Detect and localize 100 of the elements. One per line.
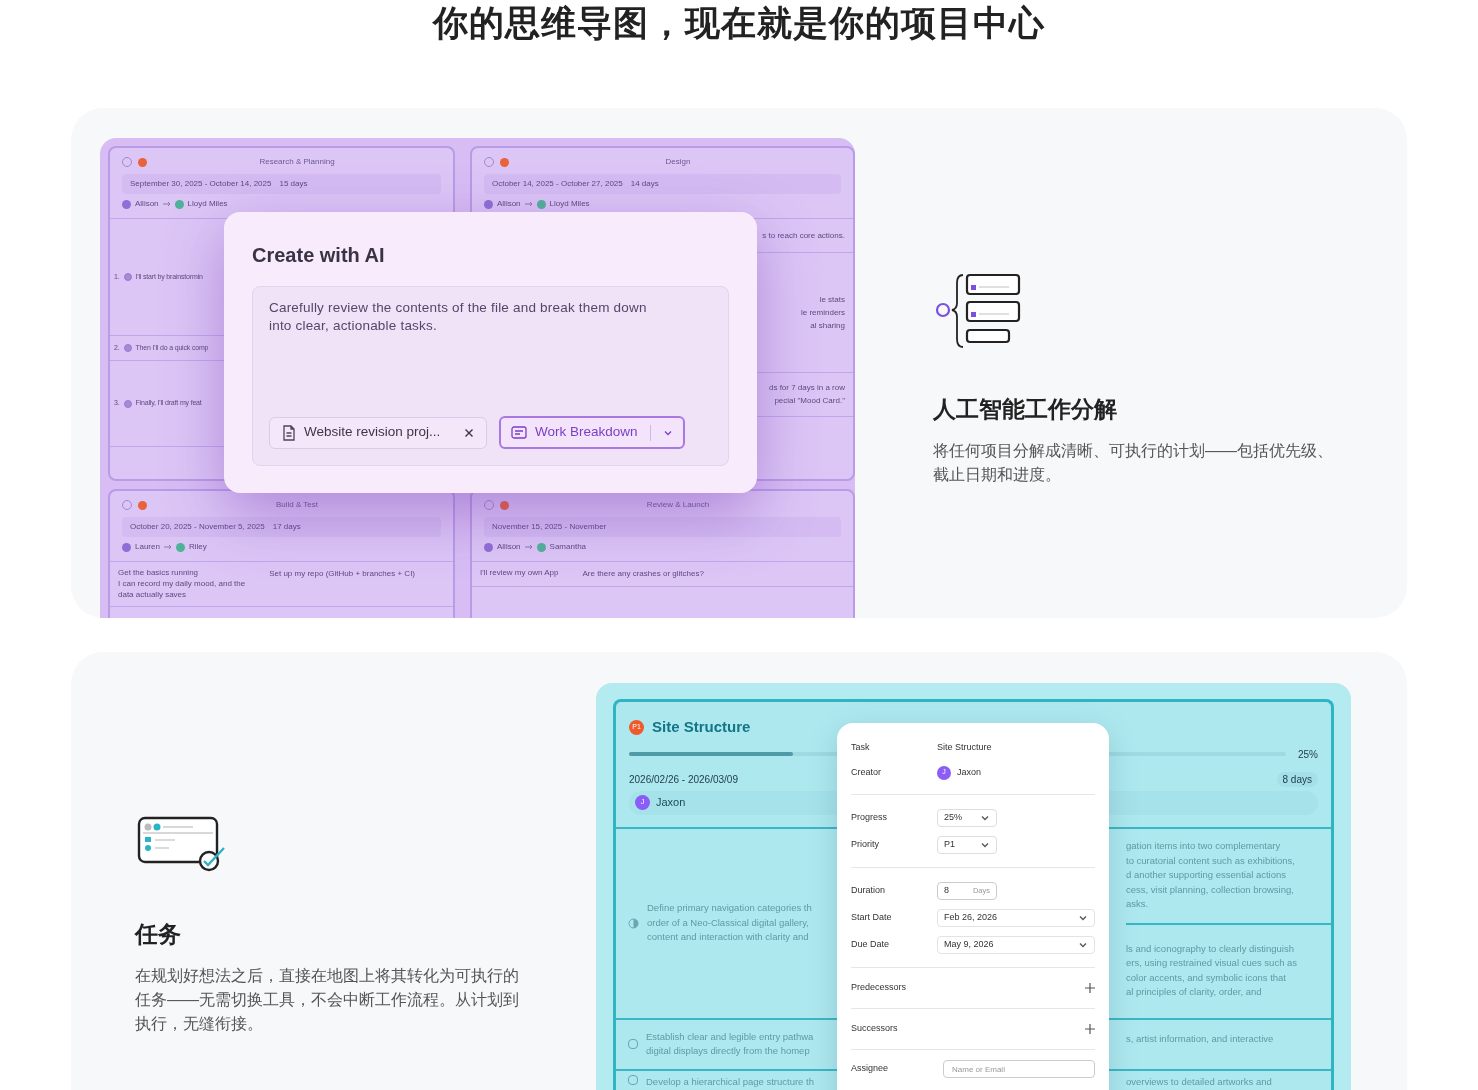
attachment-chip[interactable]: Website revision proj...: [269, 416, 487, 449]
prompt-field[interactable]: Carefully review the contents of the file and break them down into clear, actionable tasks. Website revision proj... Work Breakdown: [252, 286, 729, 466]
arrow-right-icon: [162, 201, 171, 207]
close-icon[interactable]: [464, 427, 474, 438]
document-icon: [282, 424, 296, 441]
list-icon: [511, 425, 527, 440]
task-title: Site Structure: [652, 717, 751, 737]
arrow-right-icon: [524, 544, 533, 550]
field-label: Due Date: [851, 937, 891, 951]
feature-title: 人工智能工作分解: [933, 395, 1118, 424]
task-text: Are there any crashes or glitches?: [582, 568, 704, 580]
avatar-icon: [122, 542, 131, 552]
field-label: Successors: [851, 1022, 899, 1036]
progress-text: 25%: [1298, 747, 1318, 762]
card-title: Design: [664, 156, 692, 168]
avatar-icon: [484, 199, 493, 209]
card-title: Research & Planning: [258, 156, 336, 168]
priority-icon: [500, 500, 509, 510]
subtask-text: overviews to detailed artworks and: [1126, 1074, 1273, 1089]
priority-icon: [500, 157, 509, 167]
checkbox[interactable]: [123, 344, 132, 352]
subtask-text: asks.: [1126, 897, 1150, 912]
card-title: Review & Launch: [645, 499, 711, 511]
priority-icon: [138, 157, 147, 167]
date-range: October 14, 2025 - October 27, 2025: [492, 178, 623, 190]
avatar-icon: [175, 542, 185, 552]
person-name: Lauren: [135, 541, 160, 553]
person-name: Allison: [497, 541, 521, 553]
task-text: le stats: [819, 294, 845, 305]
subtask-text: gation items into two complementary: [1126, 839, 1282, 854]
person-name: Riley: [188, 541, 207, 553]
arrow-right-icon: [524, 201, 533, 207]
date-field[interactable]: Feb 26, 2026: [937, 908, 1095, 927]
person-name: Samantha: [549, 541, 587, 553]
select-field[interactable]: P1: [937, 835, 997, 854]
field-label: Duration: [851, 883, 887, 897]
avatar-icon: [484, 542, 493, 552]
assignee-name: Jaxon: [656, 795, 686, 811]
date-range: 2026/02/26 - 2026/03/09: [629, 772, 738, 787]
date-range: October 20, 2025 - November 5, 2025: [130, 521, 265, 533]
subtask-text: to curatorial content such as exhibitions,: [1126, 853, 1296, 868]
subtask-text: cess, visit planning, collection browsing,: [1126, 882, 1295, 897]
task-text: al sharing: [810, 320, 845, 331]
field-value: Site Structure: [937, 740, 992, 754]
duration: 15 days: [279, 178, 308, 190]
person-name: Lloyd Miles: [549, 198, 590, 210]
mode-dropdown-button[interactable]: Work Breakdown: [499, 416, 685, 449]
task-text: ds for 7 days in a row: [768, 383, 845, 393]
duration: 17 days: [272, 521, 301, 533]
avatar-icon: [536, 542, 546, 552]
assignee-field[interactable]: Name or Email: [943, 1060, 1095, 1078]
duration-chip: 8 days: [1276, 771, 1318, 787]
field-label: Creator: [851, 765, 882, 779]
task-text: s to reach core actions.: [762, 230, 845, 241]
subtask-text: color accents, and symbolic icons that: [1126, 970, 1287, 985]
date-range: November 15, 2025 - November: [492, 521, 607, 533]
task-text: data actually saves: [118, 590, 188, 600]
arrow-right-icon: [163, 544, 172, 550]
feature-description: 将任何项目分解成清晰、可执行的计划——包括优先级、截止日期和进度。: [933, 440, 1334, 485]
field-label: Assignee: [851, 1062, 890, 1076]
subtask-text: s, artist information, and interactive: [1126, 1031, 1275, 1046]
task-text: Set up my repo (GitHub + branches + CI): [269, 568, 416, 580]
avatar-icon: [122, 199, 131, 209]
subtask-text: order of a Neo-Classical digital gallery,: [647, 915, 810, 930]
avatar-icon: [174, 199, 184, 209]
checkbox[interactable]: [628, 1074, 638, 1085]
field-label: Start Date: [851, 910, 893, 924]
checkbox[interactable]: [123, 399, 132, 408]
checkbox[interactable]: [628, 1039, 638, 1049]
plus-icon[interactable]: [1085, 1024, 1095, 1034]
subtask-text: Define primary navigation categories th: [647, 901, 812, 916]
select-field[interactable]: 25%: [937, 808, 997, 827]
person-name: Allison: [497, 198, 521, 210]
field-label: Predecessors: [851, 981, 908, 995]
prompt-text: Carefully review the contents of the file and break them down into clear, actionable tasks.: [269, 299, 648, 335]
avatar-icon: [536, 199, 546, 209]
card-title: Build & Test: [274, 499, 320, 511]
task-text: le reminders: [801, 307, 845, 318]
dialog-title: Create with AI: [252, 243, 386, 268]
date-field[interactable]: May 9, 2026: [937, 935, 1095, 954]
plus-icon[interactable]: [1085, 983, 1095, 993]
task-text: Get the basics running: [118, 568, 200, 578]
task-text: I'll review my own App: [480, 568, 559, 578]
task-text: I can record my daily mood, and the: [118, 579, 246, 589]
checkbox[interactable]: [123, 273, 132, 281]
subtask-text: content and interaction with clarity and: [647, 930, 810, 945]
subtask-text: al principles of clarity, order, and: [1126, 985, 1263, 999]
subtask-text: ers, using restrained visual cues such as: [1126, 956, 1299, 970]
field-value: Jaxon: [957, 765, 982, 779]
person-name: Allison: [135, 198, 159, 210]
task-text: pecial "Mood Card.": [774, 396, 845, 406]
date-range: September 30, 2025 - October 14, 2025: [130, 178, 272, 190]
subtask-text: Establish clear and legible entry pathwa: [646, 1029, 814, 1044]
task-card-icon: [135, 815, 227, 873]
field-label: Task: [851, 740, 871, 754]
subtask-text: digital displays directly from the homep: [646, 1044, 811, 1058]
subtask-text: d another supporting essential actions: [1126, 868, 1288, 883]
priority-icon: [138, 500, 147, 510]
field-label: Progress: [851, 810, 888, 824]
duration: 14 days: [630, 178, 659, 190]
